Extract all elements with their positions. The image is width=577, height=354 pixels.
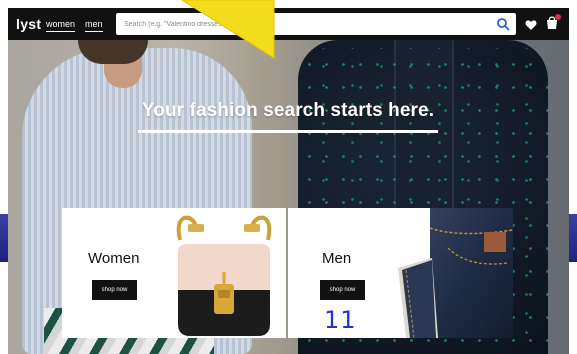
search-button[interactable] <box>496 17 510 31</box>
slide: lyst women men Search (e.g. "Valentino d… <box>0 0 577 354</box>
search-icon <box>497 18 510 31</box>
hero-headline: Your fashion search starts here. <box>141 100 435 121</box>
browser-screenshot: lyst women men Search (e.g. "Valentino d… <box>8 8 569 354</box>
headline-underline <box>138 130 438 133</box>
search-box <box>116 13 516 35</box>
shop-women-button[interactable]: shop now <box>92 280 137 300</box>
nav-women[interactable]: women <box>46 19 76 32</box>
nav-men[interactable]: men <box>85 19 103 32</box>
jeans-image <box>388 208 513 338</box>
lyst-logo[interactable]: lyst <box>16 16 41 32</box>
bag-badge <box>555 14 561 20</box>
category-card-men[interactable]: Men shop now <box>288 208 513 338</box>
category-card-women[interactable]: Women shop now <box>62 208 286 338</box>
top-navigation-bar: lyst women men <box>8 8 569 40</box>
search-input[interactable] <box>124 16 484 32</box>
shop-men-button[interactable]: shop now <box>320 280 365 300</box>
heart-icon <box>525 20 537 30</box>
category-title-women: Women <box>88 250 140 267</box>
wishlist-button[interactable] <box>525 18 537 30</box>
handbag-image <box>162 212 286 338</box>
slide-number: 11 <box>324 306 357 334</box>
category-title-men: Men <box>322 250 352 267</box>
